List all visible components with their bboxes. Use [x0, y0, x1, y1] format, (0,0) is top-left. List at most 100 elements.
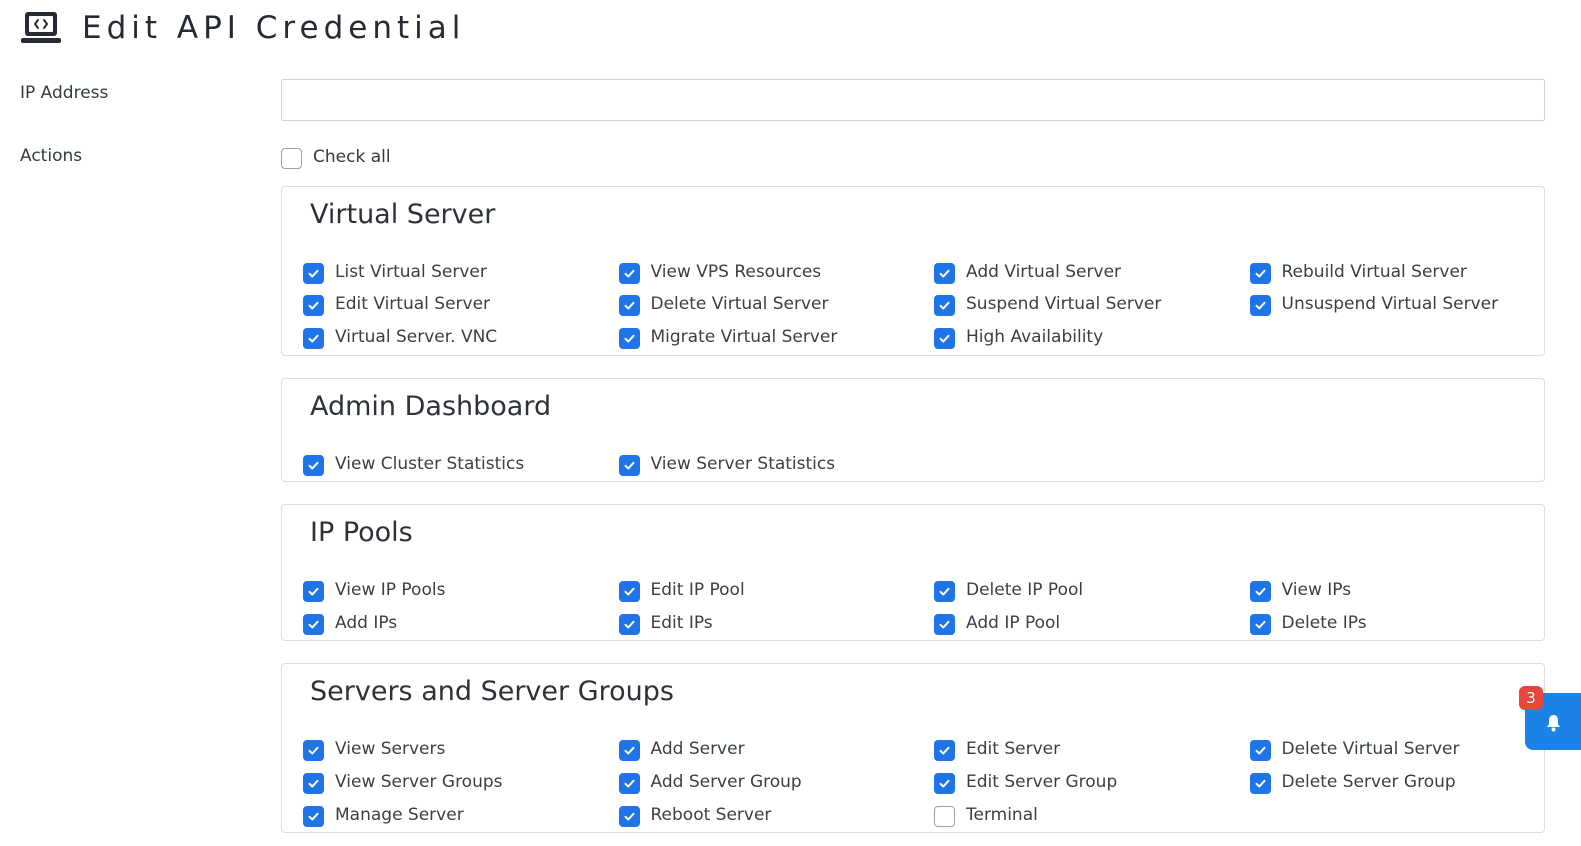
permission-checkbox[interactable]: Delete Server Group	[1249, 771, 1456, 794]
checkbox-checked[interactable]	[618, 773, 640, 794]
permission-checkbox[interactable]: Delete Virtual Server	[1249, 738, 1459, 761]
permission-checkbox[interactable]: Add Server Group	[618, 771, 802, 794]
checkbox-checked[interactable]	[303, 295, 324, 316]
section-title: Admin Dashboard	[310, 391, 552, 422]
checkbox-checked[interactable]	[303, 740, 324, 761]
checkbox-checked[interactable]	[934, 773, 955, 794]
checkbox-checked[interactable]	[1249, 263, 1271, 284]
permission-checkbox[interactable]: Terminal	[934, 804, 1038, 827]
permission-row: Edit Virtual Server Delete Virtual Server…	[303, 293, 1544, 325]
permission-checkbox[interactable]: Unsuspend Virtual Server	[1249, 293, 1499, 316]
check-all-checkbox[interactable]: Check all	[281, 146, 391, 169]
checkbox-checked[interactable]	[1249, 740, 1271, 761]
checkbox-checked[interactable]	[303, 581, 324, 602]
permission-label: Edit Server	[966, 738, 1061, 759]
permission-label: View IP Pools	[335, 579, 446, 600]
checkbox-checked[interactable]	[303, 328, 324, 349]
permission-label: Edit Virtual Server	[335, 293, 491, 314]
permission-label: Manage Server	[335, 804, 464, 825]
permission-checkbox[interactable]: View IP Pools	[303, 579, 446, 602]
checkbox-checked[interactable]	[934, 581, 955, 602]
checkbox-checked[interactable]	[1249, 581, 1271, 602]
checkbox-checked[interactable]	[618, 806, 640, 827]
permission-label: Add Server	[650, 738, 745, 759]
permission-checkbox[interactable]: View IPs	[1249, 579, 1351, 602]
permission-checkbox[interactable]: Add Server	[618, 738, 745, 761]
permission-checkbox[interactable]: Add IP Pool	[934, 612, 1061, 635]
permission-checkbox[interactable]: Migrate Virtual Server	[618, 326, 837, 349]
ip-address-input[interactable]	[281, 79, 1545, 121]
section-title: Virtual Server	[310, 199, 496, 230]
permission-row: List Virtual Server View VPS Resources Add…	[303, 261, 1544, 293]
permission-label: Add IPs	[335, 612, 398, 633]
checkbox-checked[interactable]	[934, 614, 955, 635]
permission-checkbox[interactable]: Reboot Server	[618, 804, 772, 827]
laptop-code-icon	[21, 12, 61, 43]
permission-checkbox[interactable]: Suspend Virtual Server	[934, 293, 1162, 316]
permission-checkbox[interactable]: Add Virtual Server	[934, 261, 1122, 284]
checkbox-checked[interactable]	[618, 455, 640, 476]
checkbox-checked[interactable]	[1249, 614, 1271, 635]
permission-label: Add Virtual Server	[966, 261, 1122, 282]
permission-section: IP Pools View IP Pools Edit IP Pool Delete …	[281, 504, 1545, 641]
checkbox-checked[interactable]	[618, 614, 640, 635]
checkbox-checked[interactable]	[1249, 295, 1271, 316]
checkbox-checked[interactable]	[934, 740, 955, 761]
permission-row: Virtual Server. VNC Migrate Virtual Serve…	[303, 326, 1544, 358]
checkbox-checked[interactable]	[303, 455, 324, 476]
permission-checkbox[interactable]: Virtual Server. VNC	[303, 326, 497, 349]
permission-label: Edit IPs	[650, 612, 713, 633]
checkbox-checked[interactable]	[1249, 773, 1271, 794]
ip-address-label: IP Address	[20, 83, 109, 103]
notification-count-badge: 3	[1519, 686, 1543, 710]
permission-checkbox[interactable]: High Availability	[934, 326, 1103, 349]
permission-label: Reboot Server	[650, 804, 772, 825]
permission-checkbox[interactable]: Edit IPs	[618, 612, 713, 635]
actions-label: Actions	[20, 146, 83, 166]
permission-label: Suspend Virtual Server	[966, 293, 1162, 314]
checkbox-box[interactable]	[281, 148, 302, 169]
permission-label: View VPS Resources	[650, 261, 822, 282]
checkbox-checked[interactable]	[934, 263, 955, 284]
checkbox-checked[interactable]	[303, 614, 324, 635]
permission-checkbox[interactable]: Edit Server	[934, 738, 1061, 761]
checkbox-checked[interactable]	[934, 328, 955, 349]
permission-checkbox[interactable]: Delete IP Pool	[934, 579, 1083, 602]
permission-label: Unsuspend Virtual Server	[1281, 293, 1499, 314]
permission-checkbox[interactable]: Add IPs	[303, 612, 398, 635]
checkbox-checked[interactable]	[618, 263, 640, 284]
checkbox-checked[interactable]	[934, 295, 955, 316]
checkbox-unchecked[interactable]	[934, 806, 955, 827]
permission-checkbox[interactable]: View Cluster Statistics	[303, 453, 524, 476]
permission-checkbox[interactable]: Edit Virtual Server	[303, 293, 491, 316]
permission-checkbox[interactable]: Edit Server Group	[934, 771, 1117, 794]
permission-checkbox[interactable]: Delete IPs	[1249, 612, 1367, 635]
permission-checkbox[interactable]: View Servers	[303, 738, 445, 761]
permission-label: Edit IP Pool	[650, 579, 745, 600]
permission-section: Admin Dashboard View Cluster Statistics Vi…	[281, 378, 1545, 482]
permission-section: Servers and Server Groups View Servers Add…	[281, 663, 1545, 833]
permission-row: View Servers Add Server Edit Server Delete …	[303, 738, 1544, 770]
section-title: Servers and Server Groups	[310, 676, 674, 707]
permission-checkbox[interactable]: View VPS Resources	[618, 261, 822, 284]
permission-checkbox[interactable]: Manage Server	[303, 804, 464, 827]
permission-row: Add IPs Edit IPs Add IP Pool Delete IPs	[303, 612, 1544, 644]
checkbox-checked[interactable]	[303, 263, 324, 284]
permission-checkbox[interactable]: View Server Statistics	[618, 453, 835, 476]
permission-checkbox[interactable]: View Server Groups	[303, 771, 503, 794]
checkbox-checked[interactable]	[618, 295, 640, 316]
permission-label: View Server Groups	[335, 771, 503, 792]
permission-label: Add IP Pool	[966, 612, 1061, 633]
permission-checkbox[interactable]: List Virtual Server	[303, 261, 487, 284]
permission-label: Delete Server Group	[1281, 771, 1456, 792]
permission-label: Rebuild Virtual Server	[1281, 261, 1467, 282]
checkbox-checked[interactable]	[618, 328, 640, 349]
permission-checkbox[interactable]: Delete Virtual Server	[618, 293, 828, 316]
checkbox-checked[interactable]	[618, 740, 640, 761]
permission-checkbox[interactable]: Rebuild Virtual Server	[1249, 261, 1467, 284]
checkbox-checked[interactable]	[303, 806, 324, 827]
page-header: Edit API Credential	[20, 8, 465, 48]
checkbox-checked[interactable]	[618, 581, 640, 602]
checkbox-checked[interactable]	[303, 773, 324, 794]
permission-checkbox[interactable]: Edit IP Pool	[618, 579, 745, 602]
